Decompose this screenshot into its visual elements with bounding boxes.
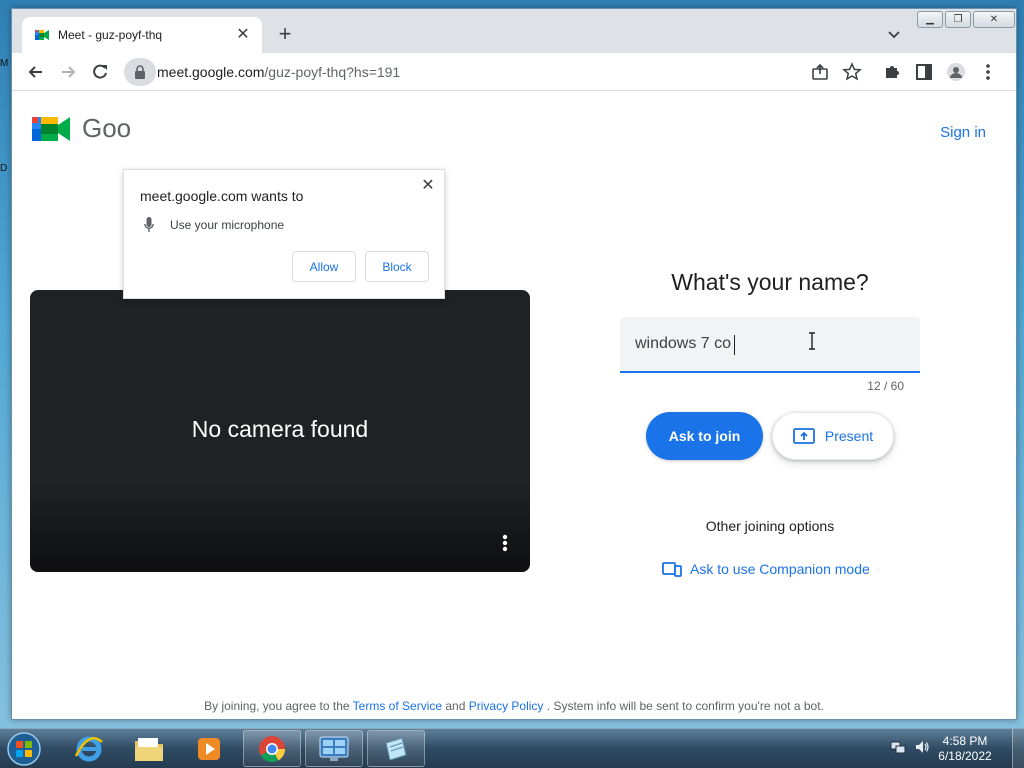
- new-tab-icon[interactable]: +: [274, 23, 296, 46]
- start-orb-icon[interactable]: [4, 730, 44, 768]
- ask-to-join-button[interactable]: Ask to join: [646, 412, 763, 460]
- footer-and: and: [445, 699, 466, 713]
- more-options-icon[interactable]: [502, 534, 508, 552]
- present-screen-icon: [792, 428, 815, 444]
- volume-icon[interactable]: [914, 739, 930, 755]
- reload-icon[interactable]: [90, 62, 110, 82]
- chrome-icon: [259, 735, 286, 762]
- tab-search-chevron-icon[interactable]: [886, 26, 902, 42]
- internet-explorer-icon: [74, 736, 103, 761]
- browser-toolbar: meet.google.com/guz-poyf-thq?hs=191: [12, 53, 1016, 91]
- browser-window: Meet - guz-poyf-thq ✕ + ▁ ❐ ✕ meet.googl…: [11, 8, 1017, 720]
- taskbar-media-player[interactable]: [180, 730, 238, 767]
- permission-title: meet.google.com wants to: [140, 188, 304, 204]
- meet-favicon-icon: [35, 30, 49, 40]
- ask-to-join-label: Ask to join: [668, 428, 741, 444]
- taskbar-chrome[interactable]: [243, 730, 301, 767]
- minimize-icon[interactable]: ▁: [917, 11, 943, 28]
- desktop-edge-label-m: M: [0, 58, 9, 69]
- side-panel-icon[interactable]: [914, 62, 934, 82]
- media-player-icon: [198, 737, 220, 760]
- folder-icon: [135, 737, 163, 761]
- tab-meet[interactable]: Meet - guz-poyf-thq ✕: [22, 17, 262, 53]
- companion-devices-icon: [662, 562, 682, 577]
- chrome-menu-icon[interactable]: [978, 62, 998, 82]
- meet-page: Goo Sign in No camera found What's your …: [12, 91, 1016, 719]
- window-close-icon[interactable]: ✕: [973, 11, 1015, 28]
- companion-mode-label: Ask to use Companion mode: [690, 561, 870, 577]
- sign-in-link[interactable]: Sign in: [940, 124, 986, 141]
- text-caret: [734, 335, 735, 355]
- address-bar[interactable]: meet.google.com/guz-poyf-thq?hs=191: [124, 58, 869, 86]
- tab-close-icon[interactable]: ✕: [234, 26, 252, 44]
- clock-time: 4:58 PM: [942, 734, 988, 748]
- clock-date: 6/18/2022: [938, 749, 992, 763]
- forward-arrow-icon[interactable]: [58, 62, 78, 82]
- footer-legal: By joining, you agree to the Terms of Se…: [12, 699, 1016, 713]
- url-path: /guz-poyf-thq?hs=191: [264, 64, 401, 80]
- share-icon[interactable]: [810, 62, 830, 82]
- taskbar-remote-app[interactable]: [305, 730, 363, 767]
- terms-link[interactable]: Terms of Service: [353, 699, 442, 713]
- tab-title: Meet - guz-poyf-thq: [58, 28, 163, 42]
- privacy-link[interactable]: Privacy Policy: [469, 699, 544, 713]
- microphone-permission-popup: meet.google.com wants to ✕ Use your micr…: [123, 169, 445, 299]
- no-camera-message: No camera found: [191, 416, 369, 442]
- show-desktop-button[interactable]: [1012, 729, 1024, 768]
- profile-avatar-icon[interactable]: [946, 62, 966, 82]
- back-arrow-icon[interactable]: [26, 62, 46, 82]
- desktop-edge-label-d: D: [0, 163, 8, 174]
- taskbar-notes[interactable]: [367, 730, 425, 767]
- companion-mode-link[interactable]: Ask to use Companion mode: [662, 561, 870, 577]
- present-label: Present: [824, 428, 874, 444]
- google-meet-logo: [32, 117, 70, 141]
- permission-close-icon[interactable]: ✕: [420, 178, 436, 194]
- extensions-puzzle-icon[interactable]: [882, 62, 902, 82]
- tab-strip: Meet - guz-poyf-thq ✕ + ▁ ❐ ✕: [12, 9, 1016, 53]
- taskbar-explorer[interactable]: [120, 730, 178, 767]
- taskbar-clock[interactable]: 4:58 PM 6/18/2022: [930, 734, 1000, 764]
- taskbar-ie[interactable]: [60, 730, 118, 767]
- control-panel-icon: [319, 736, 349, 761]
- site-info-button[interactable]: [124, 58, 156, 86]
- bookmark-star-icon[interactable]: [842, 62, 862, 82]
- system-tray: [890, 739, 930, 755]
- network-icon[interactable]: [890, 739, 906, 755]
- camera-preview: No camera found: [30, 290, 530, 572]
- window-controls: ▁ ❐ ✕: [915, 11, 1015, 29]
- url-host: meet.google.com: [157, 64, 265, 80]
- maximize-icon[interactable]: ❐: [945, 11, 971, 28]
- footer-prefix: By joining, you agree to the: [204, 699, 350, 713]
- windows-taskbar: 4:58 PM 6/18/2022: [0, 728, 1024, 768]
- microphone-icon: [144, 217, 154, 232]
- present-button[interactable]: Present: [772, 412, 894, 460]
- url-text: meet.google.com/guz-poyf-thq?hs=191: [157, 64, 400, 80]
- name-input[interactable]: [635, 335, 875, 353]
- lock-icon: [135, 65, 145, 79]
- notes-icon: [385, 736, 407, 761]
- block-button[interactable]: Block: [365, 251, 429, 282]
- other-joining-options-heading: Other joining options: [705, 518, 835, 534]
- character-count: 12 / 60: [867, 379, 904, 393]
- name-input-field[interactable]: [620, 317, 920, 373]
- ibeam-cursor-icon: [809, 332, 815, 350]
- google-wordmark: Goo: [82, 113, 132, 143]
- footer-suffix: . System info will be sent to confirm yo…: [546, 699, 824, 713]
- allow-button[interactable]: Allow: [292, 251, 356, 282]
- preview-gradient: [30, 482, 530, 572]
- permission-request: Use your microphone: [170, 218, 285, 232]
- name-prompt-heading: What's your name?: [671, 269, 869, 295]
